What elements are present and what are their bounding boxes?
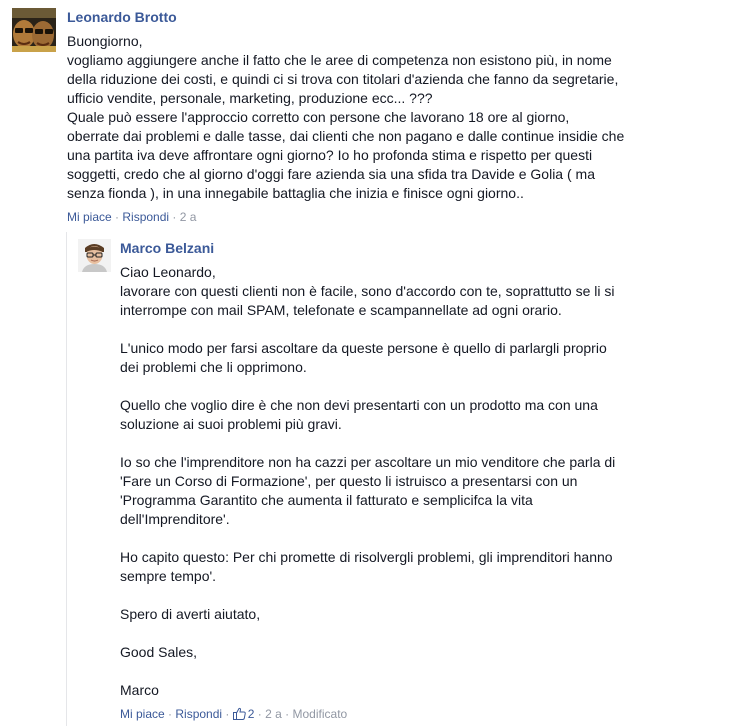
comment-line: ufficio vendite, personale, marketing, p… bbox=[67, 90, 433, 106]
comment-line: Ho capito questo: Per chi promette di ri… bbox=[120, 549, 613, 565]
comment-author[interactable]: Marco Belzani bbox=[120, 239, 214, 257]
comment-line: Ciao Leonardo, bbox=[120, 264, 216, 280]
comment-paragraph: Quello che voglio dire è che non devi pr… bbox=[120, 396, 738, 434]
like-count[interactable]: 2 bbox=[232, 707, 258, 721]
timestamp[interactable]: 2 a bbox=[265, 707, 282, 721]
comment-paragraph: Marco bbox=[120, 681, 738, 700]
comment-paragraph: Ho capito questo: Per chi promette di ri… bbox=[120, 548, 738, 586]
reply-link[interactable]: Rispondi bbox=[122, 210, 169, 224]
comment-paragraph: Spero di averti aiutato, bbox=[120, 605, 738, 624]
comment-paragraph: Good Sales, bbox=[120, 643, 738, 662]
comment-author[interactable]: Leonardo Brotto bbox=[67, 8, 177, 26]
reply-link[interactable]: Rispondi bbox=[175, 707, 222, 721]
edited-link[interactable]: Modificato bbox=[293, 707, 348, 721]
comment-text: Buongiorno, vogliamo aggiungere anche il… bbox=[67, 32, 737, 203]
like-count-value: 2 bbox=[247, 707, 255, 721]
separator: · bbox=[285, 707, 293, 721]
comment-line: Io so che l'imprenditore non ha cazzi pe… bbox=[120, 454, 616, 470]
comment-paragraph: Ciao Leonardo, lavorare con questi client… bbox=[120, 263, 738, 320]
comment-line: soluzione ai suoi problemi più gravi. bbox=[120, 416, 342, 432]
comment-actions: Mi piace · Rispondi · 2 a bbox=[67, 209, 737, 225]
comment-paragraph: Io so che l'imprenditore non ha cazzi pe… bbox=[120, 453, 738, 529]
comment-line: vogliamo aggiungere anche il fatto che l… bbox=[67, 52, 612, 68]
thumbs-up-icon bbox=[232, 707, 246, 720]
comment-line: Spero di averti aiutato, bbox=[120, 606, 261, 622]
like-link[interactable]: Mi piace bbox=[120, 707, 165, 721]
comment-line: della riduzione dei costi, e quindi ci s… bbox=[67, 71, 619, 87]
comment-line: lavorare con questi clienti non è facile… bbox=[120, 283, 615, 299]
comment-line: Buongiorno, bbox=[67, 33, 143, 49]
comment-line: una partita iva deve affrontare ogni gio… bbox=[67, 147, 593, 163]
reply-thread-line bbox=[66, 232, 67, 726]
comment-text: Ciao Leonardo, lavorare con questi client… bbox=[120, 263, 738, 700]
comment-actions: Mi piace · Rispondi · 2 · 2 a · Modifica… bbox=[120, 706, 738, 722]
comment-line: Marco bbox=[120, 682, 159, 698]
comment-line: Good Sales, bbox=[120, 644, 198, 660]
comment-line: 'Fare un Corso di Formazione', per quest… bbox=[120, 473, 578, 489]
separator: · bbox=[172, 210, 180, 224]
comment-line: oberrate dai problemi e dalle tasse, dai… bbox=[67, 128, 625, 144]
comment-line: L'unico modo per farsi ascoltare da ques… bbox=[120, 340, 607, 356]
separator: · bbox=[225, 707, 233, 721]
comment-line: dei problemi che li opprimono. bbox=[120, 359, 307, 375]
avatar[interactable] bbox=[12, 8, 56, 52]
comment-line: Quello che voglio dire è che non devi pr… bbox=[120, 397, 598, 413]
comment-line: dell'Imprenditore'. bbox=[120, 511, 230, 527]
comment-paragraph: L'unico modo per farsi ascoltare da ques… bbox=[120, 339, 738, 377]
comment-line: senza fionda ), in una innegabile battag… bbox=[67, 185, 524, 201]
timestamp[interactable]: 2 a bbox=[180, 210, 197, 224]
comment-line: soggetti, credo che al giorno d'oggi far… bbox=[67, 166, 595, 182]
comment-line: sempre tempo'. bbox=[120, 568, 217, 584]
like-link[interactable]: Mi piace bbox=[67, 210, 112, 224]
comment-line: 'Programma Garantito che aumenta il fatt… bbox=[120, 492, 533, 508]
comment-line: Quale può essere l'approccio corretto co… bbox=[67, 109, 570, 125]
comment-line: interrompe con mail SPAM, telefonate e s… bbox=[120, 302, 562, 318]
avatar[interactable] bbox=[78, 239, 111, 272]
